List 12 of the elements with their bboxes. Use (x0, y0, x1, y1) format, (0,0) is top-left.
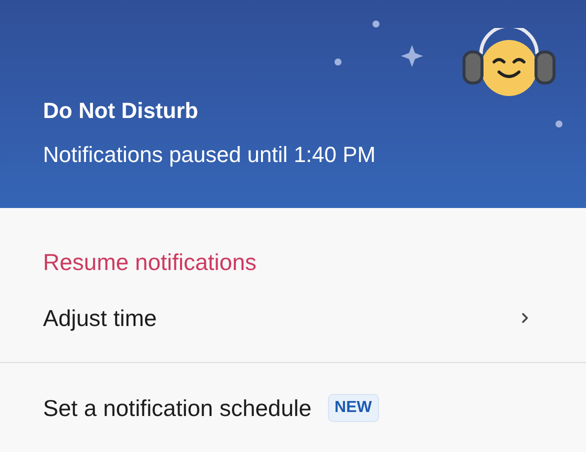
menu-item-label: Set a notification schedule (43, 394, 312, 423)
menu-item-label: Resume notifications (43, 248, 256, 277)
new-badge: NEW (328, 394, 379, 422)
menu-item[interactable]: Adjust time (0, 290, 586, 346)
menu-item[interactable]: Set a notification schedule NEW (0, 380, 586, 436)
smiley-headphones-icon (461, 28, 557, 98)
chevron-right-icon (521, 312, 529, 324)
menu-item[interactable]: Resume notifications (0, 234, 586, 290)
dnd-subtitle: Notifications paused until 1:40 PM (43, 141, 377, 169)
menu-item-label: Adjust time (43, 304, 157, 333)
sparkle-icon (333, 20, 565, 130)
dnd-title: Do Not Disturb (43, 97, 200, 125)
